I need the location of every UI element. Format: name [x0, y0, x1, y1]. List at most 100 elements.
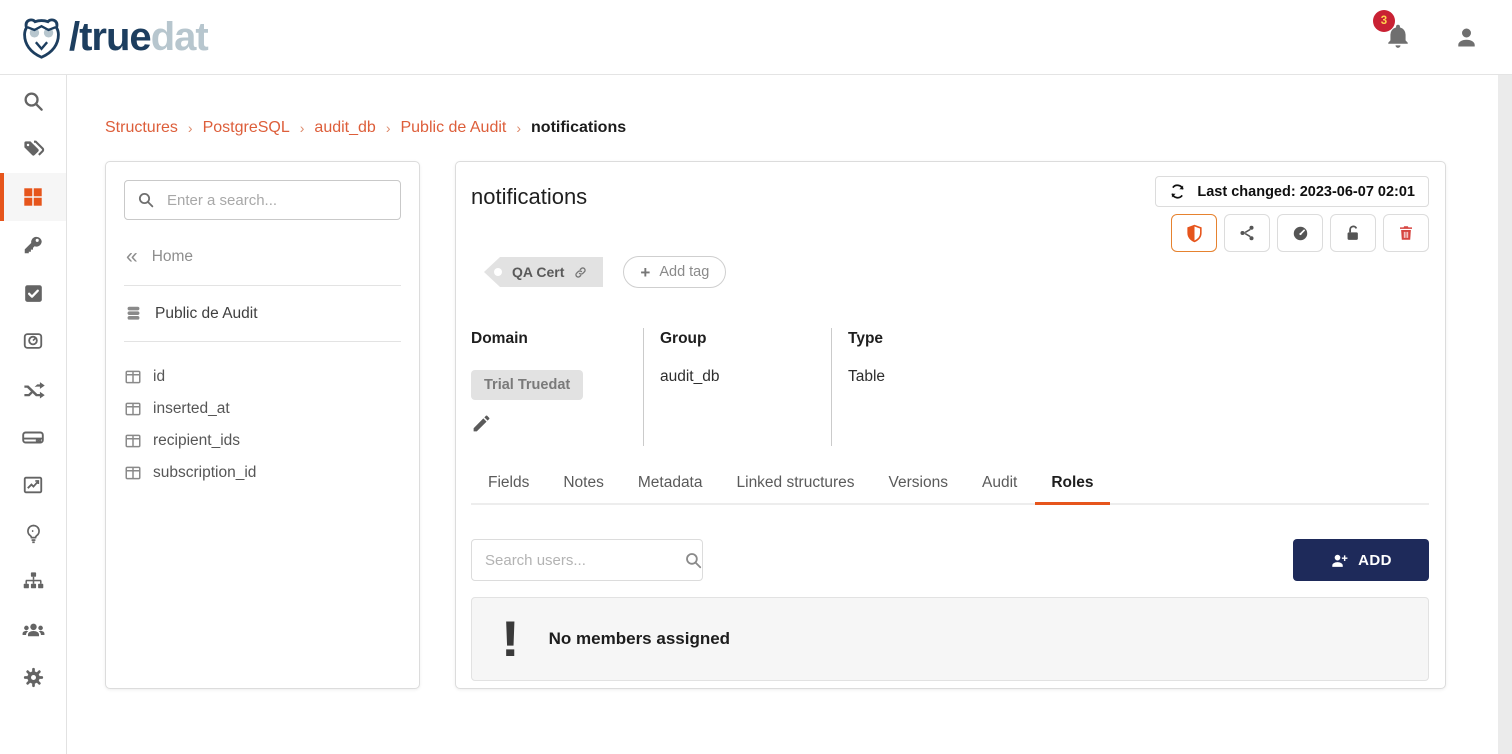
- tab-metadata[interactable]: Metadata: [638, 474, 703, 503]
- link-icon: [573, 265, 588, 280]
- field-row-recipient-ids[interactable]: recipient_ids: [124, 432, 401, 450]
- exclamation-icon: !: [501, 618, 520, 661]
- chart-line-icon: [22, 474, 44, 496]
- field-row-id[interactable]: id: [124, 368, 401, 386]
- detail-group: Group audit_db: [643, 328, 831, 446]
- users-search-box[interactable]: [471, 539, 703, 581]
- detail-type: Type Table: [831, 328, 1429, 446]
- sidebar-item-quality[interactable]: [0, 317, 66, 365]
- breadcrumb-separator: ›: [386, 120, 391, 136]
- tab-fields[interactable]: Fields: [488, 474, 529, 503]
- chevron-double-left-icon: «: [126, 246, 138, 267]
- tree-search-box[interactable]: [124, 180, 401, 220]
- sidebar-item-tags[interactable]: [0, 125, 66, 173]
- divider: [124, 285, 401, 286]
- users-search-input[interactable]: [485, 552, 684, 569]
- details-section: Domain Trial Truedat Group audit_db Type…: [471, 328, 1429, 446]
- home-label: Home: [152, 248, 193, 266]
- back-to-home[interactable]: « Home: [126, 246, 401, 267]
- type-label: Type: [848, 330, 1429, 348]
- logo-wordmark: /truedat: [69, 17, 208, 57]
- hard-drive-icon: [21, 425, 45, 449]
- search-icon: [684, 551, 703, 570]
- empty-members-message: No members assigned: [549, 629, 730, 649]
- sidebar-item-groups[interactable]: [0, 605, 66, 653]
- divider: [124, 341, 401, 342]
- notifications-bell-button[interactable]: 3: [1385, 22, 1411, 52]
- domain-chip: Trial Truedat: [471, 370, 583, 400]
- structure-parent-link[interactable]: Public de Audit: [124, 304, 401, 323]
- breadcrumb-separator: ›: [188, 120, 193, 136]
- add-tag-button[interactable]: + Add tag: [623, 256, 726, 288]
- sidebar-item-permissions[interactable]: [0, 221, 66, 269]
- search-icon: [22, 90, 45, 113]
- breadcrumb-structures[interactable]: Structures: [105, 119, 178, 137]
- search-icon: [137, 191, 155, 209]
- unlock-button[interactable]: [1330, 214, 1376, 252]
- breadcrumb-current: notifications: [531, 119, 626, 137]
- breadcrumb-audit-db[interactable]: audit_db: [314, 119, 375, 137]
- protect-button[interactable]: [1171, 214, 1217, 252]
- page-scrollbar[interactable]: [1498, 75, 1512, 754]
- lightbulb-icon: [23, 523, 44, 544]
- breadcrumb-public-de-audit[interactable]: Public de Audit: [400, 119, 506, 137]
- add-member-button[interactable]: ADD: [1293, 539, 1429, 581]
- database-icon: [124, 304, 143, 323]
- sidebar-item-sources[interactable]: [0, 413, 66, 461]
- shield-half-icon: [1185, 224, 1204, 243]
- breadcrumb-separator: ›: [516, 120, 521, 136]
- user-menu-button[interactable]: [1453, 24, 1480, 51]
- profiling-button[interactable]: [1277, 214, 1323, 252]
- tag-qa-cert[interactable]: QA Cert: [484, 257, 603, 287]
- field-row-subscription-id[interactable]: subscription_id: [124, 464, 401, 482]
- tree-search-input[interactable]: [167, 192, 388, 209]
- sidebar-item-relations[interactable]: [0, 365, 66, 413]
- tags-icon: [22, 138, 45, 161]
- sidebar-item-insights[interactable]: [0, 509, 66, 557]
- group-value: audit_db: [660, 368, 831, 386]
- shuffle-icon: [22, 378, 45, 401]
- truedat-logo[interactable]: /truedat: [18, 14, 208, 61]
- sidebar-item-dashboards[interactable]: [0, 461, 66, 509]
- tab-versions[interactable]: Versions: [889, 474, 948, 503]
- group-label: Group: [660, 330, 831, 348]
- table-column-icon: [124, 368, 142, 386]
- notification-badge: 3: [1373, 10, 1395, 32]
- sidebar-item-lineage[interactable]: [0, 557, 66, 605]
- delete-button[interactable]: [1383, 214, 1429, 252]
- sitemap-icon: [22, 570, 45, 593]
- structure-parent-label: Public de Audit: [155, 305, 258, 323]
- tab-audit[interactable]: Audit: [982, 474, 1017, 503]
- breadcrumb-separator: ›: [300, 120, 305, 136]
- field-list: id inserted_at rec: [124, 368, 401, 482]
- sidebar-item-search[interactable]: [0, 77, 66, 125]
- empty-members-alert: ! No members assigned: [471, 597, 1429, 681]
- field-label: id: [153, 368, 165, 386]
- field-label: recipient_ids: [153, 432, 240, 450]
- tag-row: QA Cert + Add tag: [484, 256, 1429, 288]
- edit-domain-button[interactable]: [471, 413, 493, 434]
- roles-toolbar: ADD: [471, 539, 1429, 581]
- sidebar-item-tasks[interactable]: [0, 269, 66, 317]
- tag-hole: [494, 268, 502, 276]
- refresh-icon: [1169, 183, 1186, 200]
- sidebar-item-settings[interactable]: [0, 653, 66, 701]
- field-row-inserted-at[interactable]: inserted_at: [124, 400, 401, 418]
- tab-roles[interactable]: Roles: [1051, 474, 1093, 503]
- share-button[interactable]: [1224, 214, 1270, 252]
- trash-icon: [1397, 224, 1415, 242]
- tab-notes[interactable]: Notes: [563, 474, 604, 503]
- page-title: notifications: [471, 176, 587, 210]
- quality-gauge-icon: [22, 330, 44, 352]
- app-header: /truedat 3: [0, 0, 1512, 75]
- sidebar-item-structures[interactable]: [0, 173, 66, 221]
- detail-domain: Domain Trial Truedat: [471, 328, 643, 446]
- refresh-last-changed-button[interactable]: Last changed: 2023-06-07 02:01: [1155, 176, 1429, 207]
- structure-actions: [1171, 214, 1429, 252]
- icon-rail: [0, 75, 67, 754]
- table-column-icon: [124, 464, 142, 482]
- user-groups-icon: [21, 617, 46, 642]
- structure-tree-panel: « Home Public de Audit: [105, 161, 420, 689]
- tab-linked-structures[interactable]: Linked structures: [737, 474, 855, 503]
- breadcrumb-postgresql[interactable]: PostgreSQL: [203, 119, 290, 137]
